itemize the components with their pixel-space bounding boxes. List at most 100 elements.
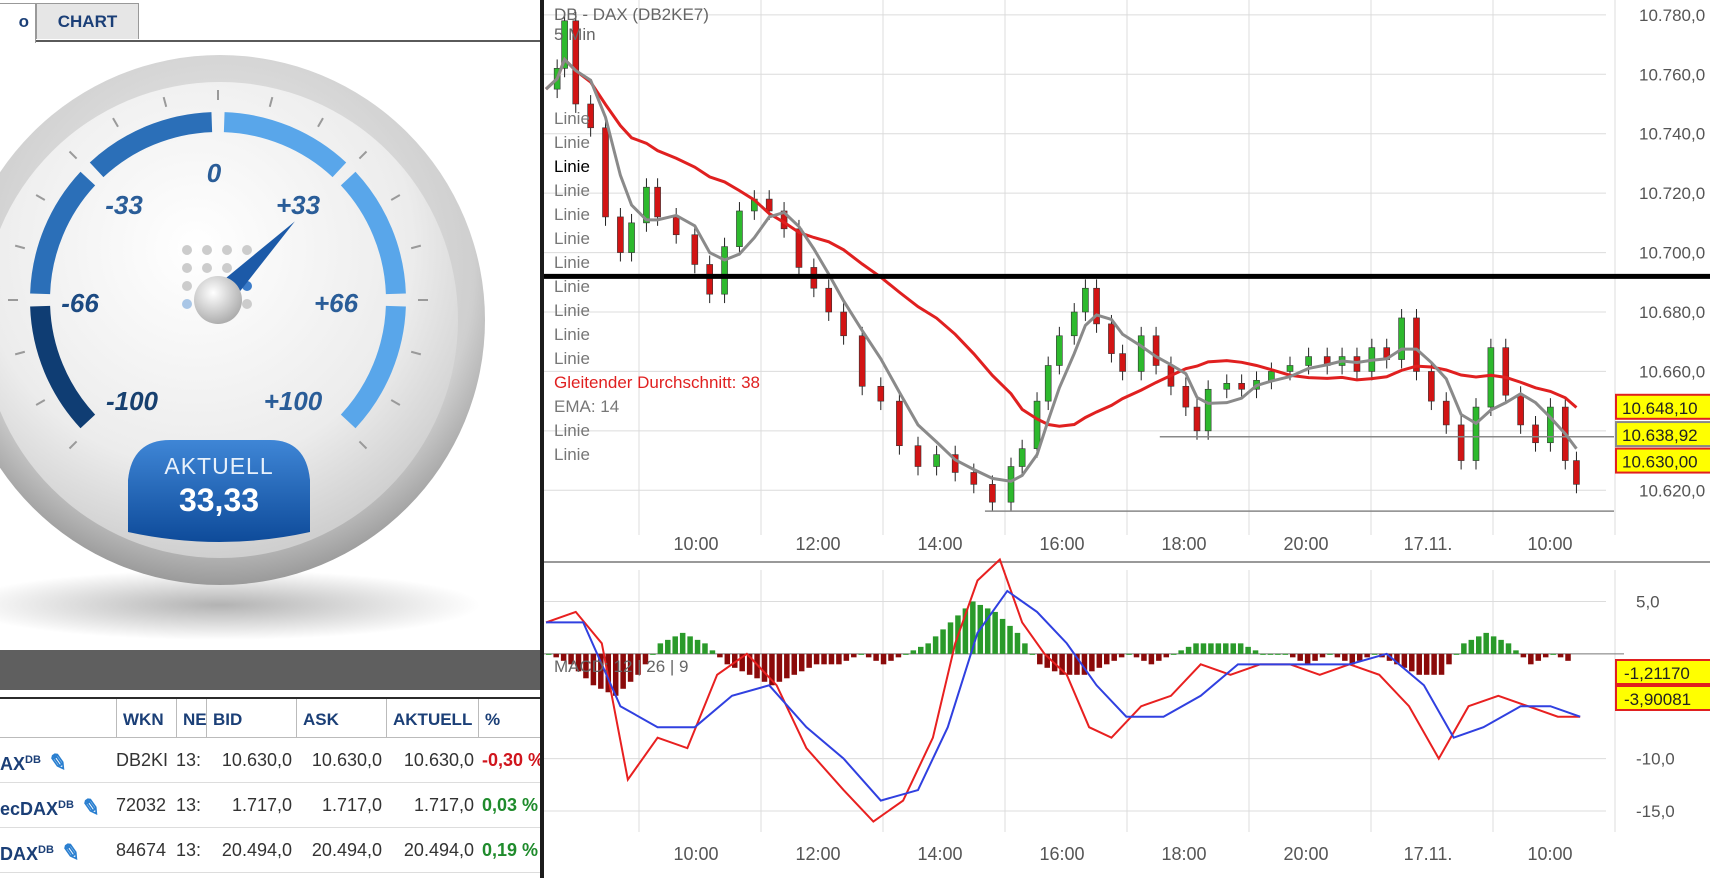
macd-histogram-bar [1334, 653, 1341, 658]
candle-body [691, 234, 699, 265]
candle-body [1204, 388, 1212, 432]
macd-histogram-bar [761, 653, 768, 682]
instrument-name[interactable]: ecDAXDB ✎ [0, 783, 116, 827]
edit-pencil-icon[interactable]: ✎ [78, 785, 104, 827]
candle-body [825, 287, 833, 313]
macd-histogram-bar [1498, 639, 1504, 654]
column-header-bid[interactable]: BID [206, 699, 296, 737]
macd-histogram-bar [776, 653, 783, 682]
macd-histogram-bar [1438, 653, 1445, 675]
candle-body [1193, 406, 1201, 432]
macd-histogram-bar [1245, 646, 1251, 654]
candle-body [877, 385, 885, 402]
macd-histogram-bar [903, 653, 909, 655]
candle-body [1398, 317, 1405, 360]
quotes-table: WKN NE BID ASK AKTUELL % AXDB ✎ DB2KI 13: 10… [0, 697, 542, 873]
macd-histogram-bar [1089, 653, 1095, 672]
candle-body [1182, 385, 1190, 408]
macd-histogram-bar [1237, 643, 1244, 654]
macd-histogram-bar [546, 653, 552, 655]
chart-panel: 10.780,0 10.760,0 10.740,0 10.720,0 10.700,0… [544, 0, 1710, 878]
macd-histogram-bar [650, 653, 656, 655]
column-header-aktuell[interactable]: AKTUELL [386, 699, 478, 737]
macd-histogram-bar [888, 653, 894, 661]
macd-histogram-bar [1409, 653, 1415, 672]
tab-chart[interactable]: CHART [36, 3, 139, 39]
macd-histogram-bar [910, 650, 917, 654]
candle-body [721, 246, 728, 295]
sentiment-gauge: 0 -33 +33 -66 +66 -100 +100 AKTUELL 33,3… [0, 55, 485, 640]
y-tick-label: 10.620,0 [1639, 481, 1705, 500]
macd-histogram-bar [784, 653, 790, 679]
macd-histogram-bar [1118, 653, 1125, 658]
macd-histogram-bar [992, 611, 998, 654]
tab-overview[interactable]: o [0, 3, 36, 43]
macd-histogram-bar [702, 643, 708, 654]
candle-body [914, 445, 922, 467]
macd-histogram-bar [1156, 653, 1162, 661]
x-tick-label: 10:00 [673, 534, 718, 554]
candle-body [1502, 347, 1510, 396]
table-row[interactable]: DAXDB ✎ 84674 13: 20.494,0 20.494,0 20.494,0 0,… [0, 828, 542, 873]
chart-subtitle: 5 Min [554, 25, 596, 44]
macd-histogram-bar [851, 653, 857, 658]
edit-pencil-icon[interactable]: ✎ [45, 740, 71, 782]
macd-histogram-bar [1342, 653, 1348, 661]
instrument-name[interactable]: AXDB ✎ [0, 738, 116, 782]
macd-histogram-bar [895, 653, 902, 658]
macd-histogram-bar [1163, 653, 1170, 658]
candle-body [1442, 400, 1450, 426]
macd-histogram-bar [1223, 643, 1229, 654]
instrument-name-text: ecDAX [0, 799, 59, 819]
left-panel: o CHART 0 -33 +33 -66 +66 -100 +100 AKTU… [0, 0, 542, 878]
edit-pencil-icon[interactable]: ✎ [58, 830, 84, 872]
macd-histogram-bar [1275, 653, 1281, 655]
macd-y-tick-label: -15,0 [1636, 802, 1675, 821]
column-header-pct[interactable]: % [478, 699, 542, 737]
candle-body [1532, 424, 1539, 444]
column-header-wkn[interactable]: WKN [116, 699, 176, 737]
macd-y-tick-label: -10,0 [1636, 750, 1675, 769]
macd-y-tick-label: 5,0 [1636, 592, 1660, 611]
legend-entry: Linie [554, 109, 590, 128]
y-tick-label: 10.680,0 [1639, 303, 1705, 322]
cell-ne: 13: [176, 795, 202, 815]
macd-histogram-bar [657, 643, 664, 654]
macd-histogram-bar [858, 653, 864, 655]
chart-title: DB - DAX (DB2KE7) [554, 5, 709, 24]
table-header: WKN NE BID ASK AKTUELL % [0, 697, 542, 738]
instrument-name[interactable]: DAXDB ✎ [0, 828, 116, 872]
table-row[interactable]: ecDAXDB ✎ 72032 13: 1.717,0 1.717,0 1.717,0 0,0… [0, 783, 542, 828]
macd-histogram-bar [1230, 643, 1236, 654]
macd-histogram-bar [1401, 653, 1408, 668]
legend-entry: Linie [554, 253, 590, 272]
candle-body [1517, 394, 1524, 426]
macd-histogram-bar [1483, 632, 1489, 654]
column-header-ask[interactable]: ASK [296, 699, 386, 737]
candle-body [1070, 311, 1078, 337]
macd-histogram-bar [1356, 653, 1363, 661]
macd-histogram-bar [1453, 653, 1460, 655]
candle-body [933, 454, 940, 467]
candle-body [1018, 448, 1026, 467]
candle-body [617, 216, 624, 253]
x-tick-label: 16:00 [1039, 534, 1084, 554]
macd-x-tick-label: 14:00 [917, 844, 962, 864]
cell-ne: 13: [176, 750, 202, 770]
macd-histogram-bar [1550, 653, 1556, 655]
cell-ask: 20.494,0 [311, 840, 382, 860]
cell-bid: 10.630,0 [221, 750, 292, 770]
macd-histogram-bar [918, 646, 924, 654]
table-body: AXDB ✎ DB2KI 13: 10.630,0 10.630,0 10.630,0 -0,… [0, 738, 542, 873]
macd-x-tick-label: 12:00 [795, 844, 840, 864]
cell-aktuell: 20.494,0 [403, 840, 474, 860]
y-tick-label: 10.720,0 [1639, 184, 1705, 203]
table-row[interactable]: AXDB ✎ DB2KI 13: 10.630,0 10.630,0 10.630,0 -0,… [0, 738, 542, 783]
macd-histogram-bar [880, 653, 887, 665]
macd-histogram-bar [932, 636, 939, 654]
macd-histogram-bar [1193, 643, 1199, 654]
column-header-ne[interactable]: NE [176, 699, 206, 737]
macd-histogram-bar [865, 653, 872, 658]
macd-histogram-bar [1029, 653, 1036, 655]
macd-histogram-bar [1520, 653, 1527, 658]
